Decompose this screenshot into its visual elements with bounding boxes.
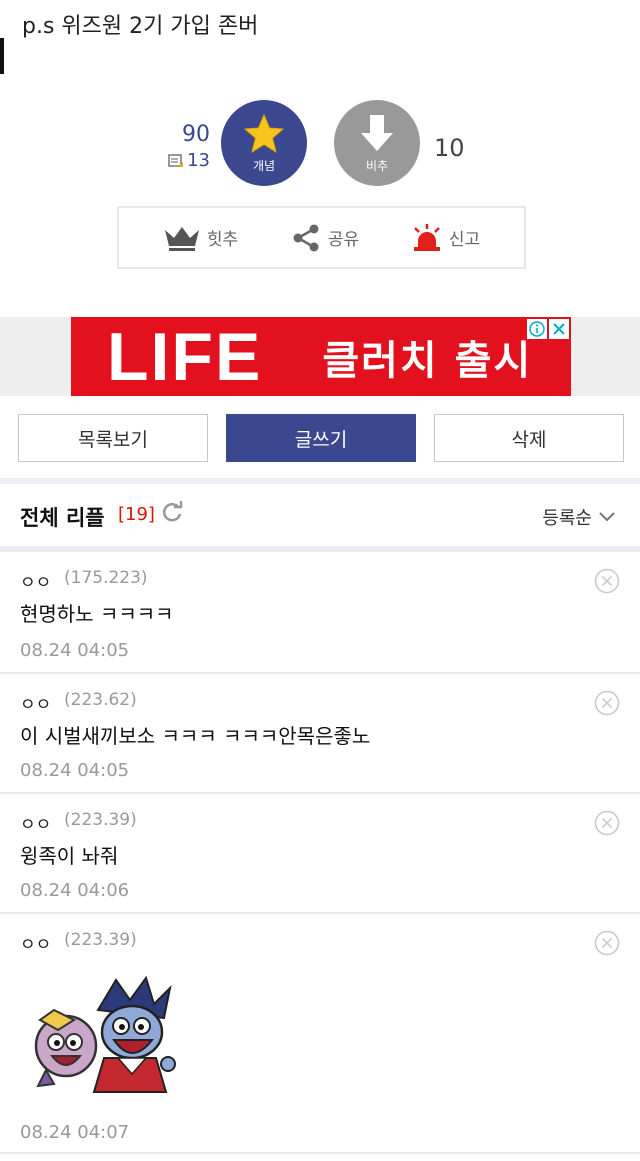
comment-nickname[interactable]: ㅇㅇ — [20, 690, 51, 715]
comment-item: ㅇㅇ (223.39) 윙족이 놔줘 08.24 04:06 — [0, 794, 640, 914]
upvote-count: 90 — [182, 122, 210, 147]
comment-item: ㅇㅇ (175.223) 현명하노 ㅋㅋㅋㅋ 08.24 04:05 — [0, 552, 640, 674]
chevron-down-icon — [599, 512, 615, 522]
comment-ip: (223.39) — [64, 930, 137, 950]
delete-comment-icon[interactable] — [594, 810, 620, 836]
share-label: 공유 — [327, 230, 360, 250]
comments-count: [19] — [118, 504, 155, 525]
downvote-label: 비추 — [365, 158, 389, 173]
comment-body: 이 시벌새끼보소 ㅋㅋㅋ ㅋㅋㅋ안목은좋노 — [20, 724, 371, 748]
comment-date: 08.24 04:06 — [20, 880, 130, 901]
delete-comment-icon[interactable] — [594, 690, 620, 716]
vote-area: 90 13 개념 비추 10 — [0, 100, 640, 190]
comments-title: 전체 리플 — [20, 506, 105, 530]
sort-dropdown[interactable]: 등록순 — [542, 504, 616, 530]
info-icon[interactable] — [527, 319, 547, 339]
cartoon-sticker — [34, 975, 176, 1093]
left-edge-mark — [0, 38, 4, 74]
post-actions: 힛추 공유 신고 — [117, 206, 526, 269]
fixed-member-count: 13 — [160, 150, 210, 171]
delete-button[interactable]: 삭제 — [434, 414, 624, 462]
star-icon — [243, 113, 285, 153]
siren-icon — [413, 223, 440, 251]
comment-nickname[interactable]: ㅇㅇ — [20, 930, 51, 955]
post-button-row: 목록보기 글쓰기 삭제 — [18, 414, 624, 462]
ad-logo: LIFE — [107, 318, 263, 395]
comment-ip: (223.39) — [64, 810, 137, 830]
memo-count: 13 — [187, 150, 210, 171]
comments-header: 전체 리플 [19] 등록순 — [0, 486, 640, 544]
section-divider — [0, 478, 640, 484]
comment-nickname[interactable]: ㅇㅇ — [20, 568, 51, 593]
hit-recommend-button[interactable]: 힛추 — [163, 224, 238, 252]
sort-label: 등록순 — [542, 508, 592, 529]
close-icon[interactable] — [549, 319, 569, 339]
comment-item: ㅇㅇ (223.62) 이 시벌새끼보소 ㅋㅋㅋ ㅋㅋㅋ안목은좋노 08.24 … — [0, 674, 640, 794]
comment-ip: (175.223) — [64, 568, 148, 588]
post-text: p.s 위즈원 2기 가입 존버 — [22, 14, 259, 39]
hit-recommend-label: 힛추 — [206, 230, 239, 250]
ad-text: 클러치 출시 — [322, 337, 533, 384]
memo-icon — [168, 153, 184, 167]
comment-body: 현명하노 ㅋㅋㅋㅋ — [20, 602, 174, 626]
downvote-button[interactable]: 비추 — [334, 100, 420, 186]
crown-icon — [164, 226, 199, 251]
comment-date: 08.24 04:07 — [20, 1122, 130, 1143]
delete-comment-icon[interactable] — [594, 568, 620, 594]
comment-body: 윙족이 놔줘 — [20, 844, 119, 868]
downvote-count: 10 — [434, 134, 465, 162]
upvote-label: 개념 — [252, 158, 276, 173]
write-button[interactable]: 글쓰기 — [226, 414, 416, 462]
ad-banner[interactable]: LIFE 클러치 출시 — [71, 317, 571, 396]
report-label: 신고 — [448, 230, 481, 250]
ad-badges — [527, 319, 569, 339]
share-button[interactable]: 공유 — [290, 223, 359, 253]
comment-ip: (223.62) — [64, 690, 137, 710]
down-arrow-icon — [361, 114, 393, 151]
delete-comment-icon[interactable] — [594, 930, 620, 956]
refresh-icon[interactable] — [160, 500, 184, 524]
upvote-button[interactable]: 개념 — [221, 100, 307, 186]
comment-date: 08.24 04:05 — [20, 760, 130, 781]
comment-date: 08.24 04:05 — [20, 640, 130, 661]
share-icon — [293, 224, 319, 251]
list-button[interactable]: 목록보기 — [18, 414, 208, 462]
report-button[interactable]: 신고 — [411, 223, 480, 253]
comment-item: ㅇㅇ (223.39) 08.24 04:07 — [0, 914, 640, 1154]
ad-strip: LIFE 클러치 출시 — [0, 317, 640, 396]
comment-nickname[interactable]: ㅇㅇ — [20, 810, 51, 835]
